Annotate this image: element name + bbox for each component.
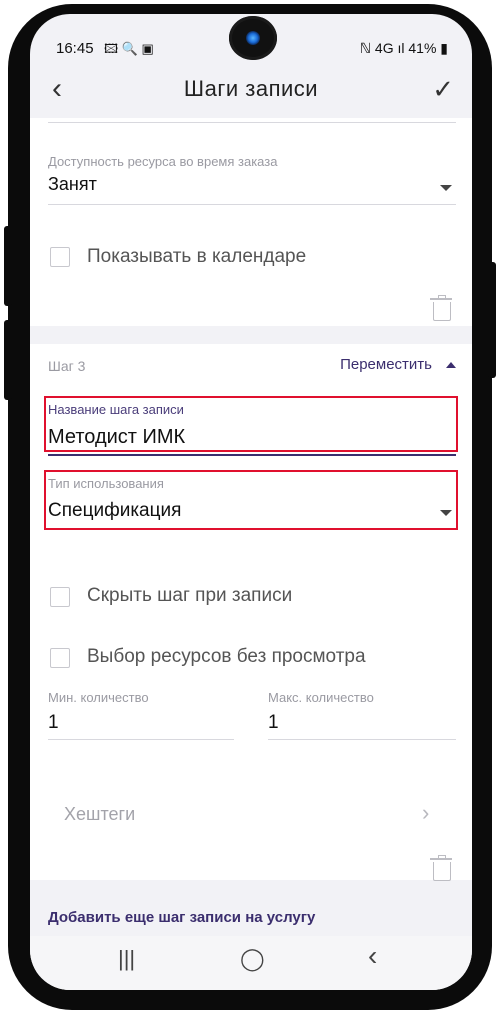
show-in-calendar-label: Показывать в календаре	[87, 246, 307, 267]
chevron-down-icon[interactable]	[440, 185, 452, 191]
status-right: ℕ 4G ıl 41% ▮	[359, 40, 448, 56]
add-step-link[interactable]: Добавить еще шаг записи на услугу	[48, 909, 315, 926]
step-title: Шаг 3	[48, 358, 86, 374]
move-button[interactable]: Переместить	[340, 356, 432, 373]
home-icon[interactable]: ◯	[240, 946, 265, 972]
recent-apps-icon[interactable]: |||	[118, 946, 135, 972]
volume-button	[4, 320, 12, 400]
max-quantity-label: Макс. количество	[268, 690, 374, 705]
max-quantity-input[interactable]: 1	[268, 712, 279, 734]
chevron-up-icon[interactable]	[446, 362, 456, 368]
divider	[48, 204, 456, 205]
nav-back-icon[interactable]: ‹	[368, 940, 377, 972]
front-camera	[229, 16, 277, 60]
highlight-box	[44, 470, 458, 530]
step-2-card: Доступность ресурса во время заказа Заня…	[30, 118, 472, 326]
hide-step-checkbox[interactable]	[50, 587, 70, 607]
min-quantity-input[interactable]: 1	[48, 712, 59, 734]
chevron-right-icon[interactable]: ›	[422, 800, 429, 826]
volume-button	[4, 226, 12, 306]
hide-step-label: Скрыть шаг при записи	[87, 585, 293, 606]
min-quantity-label: Мин. количество	[48, 690, 149, 705]
divider	[48, 739, 234, 740]
step-3-card: Шаг 3 Переместить Название шага записи М…	[30, 344, 472, 881]
hashtags-row[interactable]: Хештеги	[64, 804, 135, 825]
divider	[268, 739, 456, 740]
system-nav-bar: ||| ◯ ‹	[30, 936, 472, 990]
step-name-underline	[48, 454, 456, 456]
screen: 16:45 🖾 🔍 ▣ ℕ 4G ıl 41% ▮ ‹ Шаги записи …	[30, 14, 472, 990]
status-time: 16:45	[56, 40, 94, 57]
status-notification-icons: 🖾 🔍 ▣	[104, 41, 154, 56]
app-header: ‹ Шаги записи ✓	[30, 66, 472, 118]
select-without-view-checkbox[interactable]	[50, 648, 70, 668]
page-title: Шаги записи	[183, 76, 319, 101]
select-without-view-label: Выбор ресурсов без просмотра	[87, 646, 366, 667]
power-button	[488, 262, 496, 378]
availability-select[interactable]: Занят	[48, 174, 97, 195]
check-icon[interactable]: ✓	[432, 74, 454, 105]
trash-icon[interactable]	[430, 295, 452, 321]
highlight-box	[44, 396, 458, 452]
trash-icon[interactable]	[430, 855, 452, 881]
divider	[48, 122, 456, 123]
availability-label: Доступность ресурса во время заказа	[48, 154, 278, 169]
show-in-calendar-checkbox[interactable]	[50, 247, 70, 267]
